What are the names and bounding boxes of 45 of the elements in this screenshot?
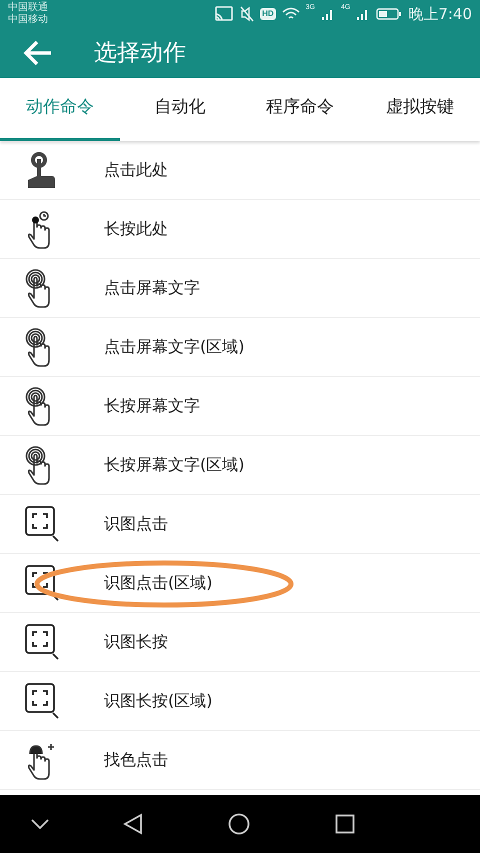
hd-indicator: HD bbox=[260, 8, 276, 20]
action-item[interactable]: 识图点击(区域) bbox=[0, 554, 480, 613]
action-label: 点击此处 bbox=[104, 159, 168, 181]
action-label: 识图长按(区域) bbox=[104, 690, 212, 712]
square-icon bbox=[335, 814, 355, 834]
action-item[interactable]: 长按屏幕文字(区域) bbox=[0, 436, 480, 495]
home-circle-icon bbox=[228, 813, 250, 835]
action-label: 点击屏幕文字 bbox=[104, 277, 200, 299]
page-title: 选择动作 bbox=[94, 38, 186, 68]
clock: 晚上7:40 bbox=[408, 4, 472, 25]
action-label: 长按屏幕文字(区域) bbox=[104, 454, 244, 476]
action-item[interactable]: 长按此处 bbox=[0, 200, 480, 259]
action-item[interactable]: 点击屏幕文字(区域) bbox=[0, 318, 480, 377]
action-label: 长按此处 bbox=[104, 218, 168, 240]
tab[interactable]: 虚拟按键 bbox=[360, 78, 480, 141]
action-label: 识图点击(区域) bbox=[104, 572, 212, 594]
action-item[interactable]: 识图点击 bbox=[0, 495, 480, 554]
action-label: 长按屏幕文字 bbox=[104, 395, 200, 417]
battery-icon bbox=[376, 7, 402, 21]
action-label: 找色点击 bbox=[104, 749, 168, 771]
action-item[interactable]: 长按屏幕文字 bbox=[0, 377, 480, 436]
signal-icon bbox=[320, 7, 335, 21]
action-label: 识图长按 bbox=[104, 631, 168, 653]
image-search-icon bbox=[24, 504, 60, 544]
action-item[interactable]: 识图长按(区域) bbox=[0, 672, 480, 731]
back-triangle-icon bbox=[123, 813, 143, 835]
action-item[interactable]: 找色点击 bbox=[0, 731, 480, 790]
tab[interactable]: 自动化 bbox=[120, 78, 240, 141]
back-arrow-icon bbox=[23, 40, 53, 66]
mute-icon bbox=[240, 6, 254, 22]
action-item[interactable]: 点击屏幕文字 bbox=[0, 259, 480, 318]
image-search-icon bbox=[24, 622, 60, 662]
action-label: 识图点击 bbox=[104, 513, 168, 535]
tab[interactable]: 动作命令 bbox=[0, 78, 120, 141]
chevron-down-icon bbox=[31, 819, 49, 829]
cast-icon bbox=[214, 6, 234, 22]
carrier-name: 中国联通 bbox=[8, 2, 48, 14]
action-item[interactable]: 点击此处 bbox=[0, 141, 480, 200]
action-item[interactable]: 识图长按 bbox=[0, 613, 480, 672]
carrier-name: 中国移动 bbox=[8, 14, 48, 26]
wifi-icon bbox=[282, 7, 300, 21]
image-search-icon bbox=[24, 681, 60, 721]
image-search-icon bbox=[24, 563, 60, 603]
tab[interactable]: 程序命令 bbox=[240, 78, 360, 141]
action-label: 点击屏幕文字(区域) bbox=[104, 336, 244, 358]
